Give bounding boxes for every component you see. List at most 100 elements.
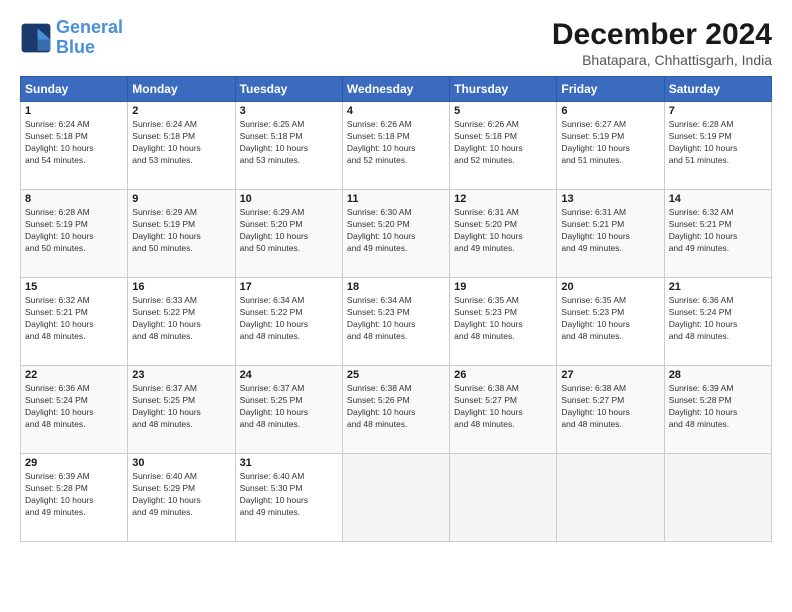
calendar-row: 1 Sunrise: 6:24 AMSunset: 5:18 PMDayligh… bbox=[21, 102, 772, 190]
table-row bbox=[557, 454, 664, 542]
day-info: Sunrise: 6:38 AMSunset: 5:26 PMDaylight:… bbox=[347, 383, 445, 431]
day-number: 29 bbox=[25, 457, 123, 469]
table-row: 31 Sunrise: 6:40 AMSunset: 5:30 PMDaylig… bbox=[235, 454, 342, 542]
day-number: 7 bbox=[669, 105, 767, 117]
day-number: 1 bbox=[25, 105, 123, 117]
day-info: Sunrise: 6:26 AMSunset: 5:18 PMDaylight:… bbox=[347, 119, 445, 167]
day-number: 11 bbox=[347, 193, 445, 205]
table-row bbox=[450, 454, 557, 542]
day-info: Sunrise: 6:31 AMSunset: 5:20 PMDaylight:… bbox=[454, 207, 552, 255]
day-number: 8 bbox=[25, 193, 123, 205]
logo-blue: Blue bbox=[56, 37, 95, 57]
day-number: 9 bbox=[132, 193, 230, 205]
day-number: 18 bbox=[347, 281, 445, 293]
table-row: 1 Sunrise: 6:24 AMSunset: 5:18 PMDayligh… bbox=[21, 102, 128, 190]
day-info: Sunrise: 6:28 AMSunset: 5:19 PMDaylight:… bbox=[25, 207, 123, 255]
table-row: 9 Sunrise: 6:29 AMSunset: 5:19 PMDayligh… bbox=[128, 190, 235, 278]
day-info: Sunrise: 6:29 AMSunset: 5:19 PMDaylight:… bbox=[132, 207, 230, 255]
header: General Blue December 2024 Bhatapara, Ch… bbox=[20, 18, 772, 68]
col-tuesday: Tuesday bbox=[235, 77, 342, 102]
col-friday: Friday bbox=[557, 77, 664, 102]
table-row: 19 Sunrise: 6:35 AMSunset: 5:23 PMDaylig… bbox=[450, 278, 557, 366]
location: Bhatapara, Chhattisgarh, India bbox=[552, 52, 772, 68]
title-block: December 2024 Bhatapara, Chhattisgarh, I… bbox=[552, 18, 772, 68]
page: General Blue December 2024 Bhatapara, Ch… bbox=[0, 0, 792, 612]
table-row: 7 Sunrise: 6:28 AMSunset: 5:19 PMDayligh… bbox=[664, 102, 771, 190]
day-info: Sunrise: 6:38 AMSunset: 5:27 PMDaylight:… bbox=[561, 383, 659, 431]
day-number: 6 bbox=[561, 105, 659, 117]
day-info: Sunrise: 6:27 AMSunset: 5:19 PMDaylight:… bbox=[561, 119, 659, 167]
table-row: 22 Sunrise: 6:36 AMSunset: 5:24 PMDaylig… bbox=[21, 366, 128, 454]
day-number: 24 bbox=[240, 369, 338, 381]
table-row: 12 Sunrise: 6:31 AMSunset: 5:20 PMDaylig… bbox=[450, 190, 557, 278]
day-info: Sunrise: 6:24 AMSunset: 5:18 PMDaylight:… bbox=[132, 119, 230, 167]
day-info: Sunrise: 6:32 AMSunset: 5:21 PMDaylight:… bbox=[25, 295, 123, 343]
table-row: 8 Sunrise: 6:28 AMSunset: 5:19 PMDayligh… bbox=[21, 190, 128, 278]
day-info: Sunrise: 6:34 AMSunset: 5:22 PMDaylight:… bbox=[240, 295, 338, 343]
day-number: 30 bbox=[132, 457, 230, 469]
logo-general: General bbox=[56, 17, 123, 37]
day-number: 21 bbox=[669, 281, 767, 293]
calendar-table: Sunday Monday Tuesday Wednesday Thursday… bbox=[20, 76, 772, 542]
table-row: 3 Sunrise: 6:25 AMSunset: 5:18 PMDayligh… bbox=[235, 102, 342, 190]
col-wednesday: Wednesday bbox=[342, 77, 449, 102]
day-info: Sunrise: 6:30 AMSunset: 5:20 PMDaylight:… bbox=[347, 207, 445, 255]
day-info: Sunrise: 6:33 AMSunset: 5:22 PMDaylight:… bbox=[132, 295, 230, 343]
day-info: Sunrise: 6:29 AMSunset: 5:20 PMDaylight:… bbox=[240, 207, 338, 255]
table-row: 14 Sunrise: 6:32 AMSunset: 5:21 PMDaylig… bbox=[664, 190, 771, 278]
day-number: 27 bbox=[561, 369, 659, 381]
day-number: 3 bbox=[240, 105, 338, 117]
col-sunday: Sunday bbox=[21, 77, 128, 102]
day-number: 19 bbox=[454, 281, 552, 293]
logo-icon bbox=[20, 22, 52, 54]
day-info: Sunrise: 6:38 AMSunset: 5:27 PMDaylight:… bbox=[454, 383, 552, 431]
day-number: 14 bbox=[669, 193, 767, 205]
table-row: 27 Sunrise: 6:38 AMSunset: 5:27 PMDaylig… bbox=[557, 366, 664, 454]
col-saturday: Saturday bbox=[664, 77, 771, 102]
day-info: Sunrise: 6:34 AMSunset: 5:23 PMDaylight:… bbox=[347, 295, 445, 343]
table-row: 5 Sunrise: 6:26 AMSunset: 5:18 PMDayligh… bbox=[450, 102, 557, 190]
day-info: Sunrise: 6:35 AMSunset: 5:23 PMDaylight:… bbox=[454, 295, 552, 343]
day-number: 22 bbox=[25, 369, 123, 381]
calendar-row: 29 Sunrise: 6:39 AMSunset: 5:28 PMDaylig… bbox=[21, 454, 772, 542]
calendar-row: 15 Sunrise: 6:32 AMSunset: 5:21 PMDaylig… bbox=[21, 278, 772, 366]
day-info: Sunrise: 6:36 AMSunset: 5:24 PMDaylight:… bbox=[25, 383, 123, 431]
table-row bbox=[342, 454, 449, 542]
day-info: Sunrise: 6:25 AMSunset: 5:18 PMDaylight:… bbox=[240, 119, 338, 167]
day-number: 5 bbox=[454, 105, 552, 117]
day-number: 4 bbox=[347, 105, 445, 117]
day-info: Sunrise: 6:32 AMSunset: 5:21 PMDaylight:… bbox=[669, 207, 767, 255]
table-row: 26 Sunrise: 6:38 AMSunset: 5:27 PMDaylig… bbox=[450, 366, 557, 454]
day-number: 15 bbox=[25, 281, 123, 293]
day-number: 13 bbox=[561, 193, 659, 205]
table-row: 6 Sunrise: 6:27 AMSunset: 5:19 PMDayligh… bbox=[557, 102, 664, 190]
day-info: Sunrise: 6:39 AMSunset: 5:28 PMDaylight:… bbox=[25, 471, 123, 519]
day-info: Sunrise: 6:37 AMSunset: 5:25 PMDaylight:… bbox=[132, 383, 230, 431]
month-title: December 2024 bbox=[552, 18, 772, 52]
day-info: Sunrise: 6:37 AMSunset: 5:25 PMDaylight:… bbox=[240, 383, 338, 431]
table-row bbox=[664, 454, 771, 542]
table-row: 11 Sunrise: 6:30 AMSunset: 5:20 PMDaylig… bbox=[342, 190, 449, 278]
table-row: 16 Sunrise: 6:33 AMSunset: 5:22 PMDaylig… bbox=[128, 278, 235, 366]
day-info: Sunrise: 6:39 AMSunset: 5:28 PMDaylight:… bbox=[669, 383, 767, 431]
col-thursday: Thursday bbox=[450, 77, 557, 102]
day-number: 26 bbox=[454, 369, 552, 381]
table-row: 15 Sunrise: 6:32 AMSunset: 5:21 PMDaylig… bbox=[21, 278, 128, 366]
day-info: Sunrise: 6:26 AMSunset: 5:18 PMDaylight:… bbox=[454, 119, 552, 167]
day-number: 28 bbox=[669, 369, 767, 381]
col-monday: Monday bbox=[128, 77, 235, 102]
table-row: 23 Sunrise: 6:37 AMSunset: 5:25 PMDaylig… bbox=[128, 366, 235, 454]
table-row: 24 Sunrise: 6:37 AMSunset: 5:25 PMDaylig… bbox=[235, 366, 342, 454]
day-number: 12 bbox=[454, 193, 552, 205]
table-row: 30 Sunrise: 6:40 AMSunset: 5:29 PMDaylig… bbox=[128, 454, 235, 542]
day-number: 23 bbox=[132, 369, 230, 381]
logo-text: General Blue bbox=[56, 18, 123, 58]
calendar-row: 22 Sunrise: 6:36 AMSunset: 5:24 PMDaylig… bbox=[21, 366, 772, 454]
day-info: Sunrise: 6:24 AMSunset: 5:18 PMDaylight:… bbox=[25, 119, 123, 167]
table-row: 13 Sunrise: 6:31 AMSunset: 5:21 PMDaylig… bbox=[557, 190, 664, 278]
table-row: 28 Sunrise: 6:39 AMSunset: 5:28 PMDaylig… bbox=[664, 366, 771, 454]
day-number: 10 bbox=[240, 193, 338, 205]
table-row: 20 Sunrise: 6:35 AMSunset: 5:23 PMDaylig… bbox=[557, 278, 664, 366]
table-row: 29 Sunrise: 6:39 AMSunset: 5:28 PMDaylig… bbox=[21, 454, 128, 542]
calendar-header-row: Sunday Monday Tuesday Wednesday Thursday… bbox=[21, 77, 772, 102]
